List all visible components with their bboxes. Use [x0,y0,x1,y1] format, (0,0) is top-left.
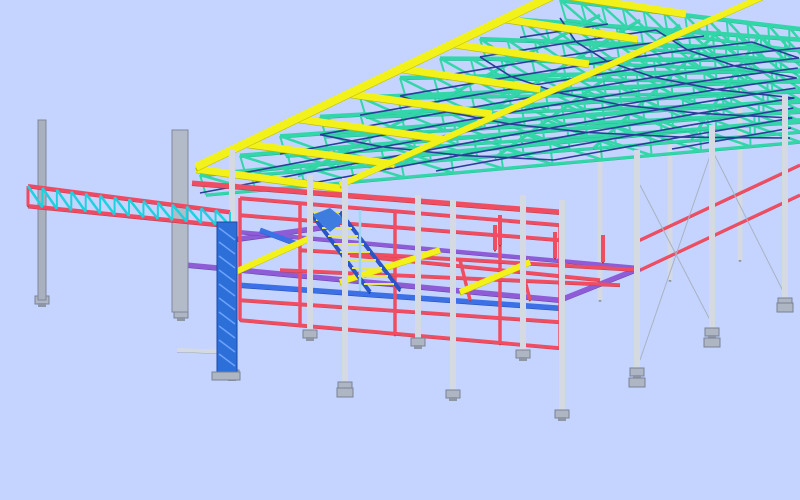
column-base-plate [515,349,531,359]
roof-brace [680,136,791,139]
model-viewport[interactable] [0,0,800,500]
column-anchor [414,345,422,349]
column-anchor [306,337,314,341]
column-anchor [38,303,46,307]
column-base-plate [703,337,721,348]
column-base-plate [629,367,645,377]
column-anchor [558,417,566,421]
structural-model-3d[interactable] [0,0,800,500]
column-base-plate [628,377,646,388]
column-anchor [449,397,457,401]
column-anchor [177,317,185,321]
column-base-plate [445,389,461,399]
column-anchor [519,357,527,361]
truss-vertical [767,24,771,47]
column-base-plate [776,302,794,313]
column-base-plate [336,387,354,398]
column-base-plate [302,329,318,339]
truss-vertical [788,27,791,50]
column-base-plate [704,327,720,337]
lattice-column-base [211,371,241,381]
column-base-plate [410,337,426,347]
column-base-plate [554,409,570,419]
